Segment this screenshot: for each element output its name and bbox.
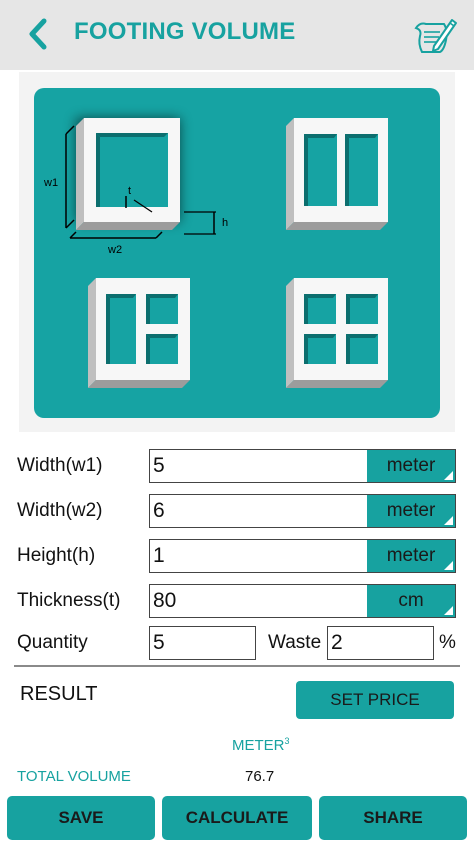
result-unit-label: METER3 (232, 736, 290, 754)
share-button[interactable]: SHARE (319, 796, 467, 840)
notepad-pen-icon (414, 19, 457, 53)
thickness-label: Thickness(t) (17, 590, 121, 611)
save-button[interactable]: SAVE (7, 796, 155, 840)
height-input[interactable]: 1 (150, 540, 367, 572)
waste-input[interactable]: 2 (327, 626, 434, 660)
thickness-input[interactable]: 80 (150, 585, 367, 617)
label-t: t (128, 185, 131, 197)
result-unit-text: METER (232, 737, 285, 754)
width-w1-unit-dropdown[interactable]: meter (367, 450, 455, 482)
quantity-label: Quantity (17, 632, 88, 653)
total-volume-value: 76.7 (245, 768, 275, 785)
label-h: h (222, 217, 228, 229)
waste-percent-label: % (439, 632, 456, 653)
width-w1-label: Width(w1) (17, 455, 103, 476)
width-w2-label: Width(w2) (17, 500, 103, 521)
back-button[interactable] (22, 14, 54, 54)
result-heading: RESULT (20, 683, 98, 705)
footing-diagram-svg: w1 w2 h t (43, 118, 388, 388)
width-w2-input[interactable]: 6 (150, 495, 367, 527)
total-volume-label: TOTAL VOLUME (17, 768, 131, 785)
height-label: Height(h) (17, 545, 96, 566)
footing-type-4[interactable] (286, 278, 388, 388)
width-w2-field: 6 meter (149, 494, 456, 528)
height-unit-dropdown[interactable]: meter (367, 540, 455, 572)
height-field: 1 meter (149, 539, 456, 573)
footing-types-diagram: w1 w2 h t (34, 88, 440, 418)
quantity-input[interactable]: 5 (149, 626, 256, 660)
footing-type-2[interactable] (286, 118, 388, 230)
footing-type-3[interactable] (88, 278, 190, 388)
chevron-left-icon (29, 18, 47, 50)
width-w2-unit-dropdown[interactable]: meter (367, 495, 455, 527)
thickness-unit-dropdown[interactable]: cm (367, 585, 455, 617)
result-unit-superscript: 3 (284, 736, 290, 746)
label-w2: w2 (107, 244, 122, 256)
page-title: FOOTING VOLUME (74, 18, 296, 45)
width-w1-field: 5 meter (149, 449, 456, 483)
app-header: FOOTING VOLUME (0, 0, 474, 70)
divider (14, 665, 460, 667)
set-price-button[interactable]: SET PRICE (296, 681, 454, 719)
width-w1-input[interactable]: 5 (150, 450, 367, 482)
label-w1: w1 (43, 177, 58, 189)
notes-button[interactable] (412, 14, 458, 58)
calculate-button[interactable]: CALCULATE (162, 796, 312, 840)
footing-type-1[interactable]: w1 w2 h t (43, 118, 228, 256)
thickness-field: 80 cm (149, 584, 456, 618)
waste-label: Waste (268, 632, 322, 653)
